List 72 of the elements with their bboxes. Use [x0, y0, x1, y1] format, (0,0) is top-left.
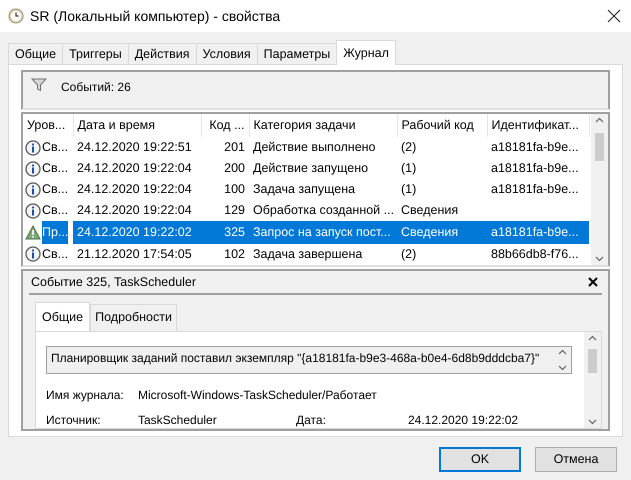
close-icon[interactable] [607, 9, 621, 23]
window-title: SR (Локальный компьютер) - свойства [30, 6, 282, 26]
table-cell-text: (1) [400, 181, 418, 198]
scrollbar[interactable] [584, 332, 601, 428]
scroll-up-icon[interactable] [588, 334, 597, 341]
level-text: Св... [42, 202, 68, 220]
table-cell: 24.12.2020 19:22:04 [73, 200, 201, 222]
level-text: Св... [42, 139, 68, 156]
tab[interactable]: Журнал [336, 40, 396, 65]
table-cell: 88b66db8-f76... [487, 244, 589, 265]
scroll-thumb[interactable] [595, 133, 604, 161]
level-text: Св... [42, 160, 68, 178]
level-text: Св... [42, 246, 68, 264]
field-value: Microsoft-Windows-TaskScheduler/Работает [138, 386, 378, 404]
level-text: Св... [42, 181, 68, 198]
column-header[interactable]: Рабочий код [397, 114, 487, 138]
column-header[interactable]: Категория задачи [249, 114, 397, 138]
scroll-down-icon[interactable] [595, 256, 604, 262]
table-cell-text: a18181fa-b9e... [490, 160, 580, 178]
details-title: Событие 325, TaskScheduler [31, 274, 196, 291]
table-cell: Сведения [397, 200, 487, 222]
column-header[interactable]: Код ... [201, 114, 249, 138]
table-cell-text: Действие запущено [252, 160, 370, 178]
table-cell: 325 [201, 221, 249, 244]
table-cell: a18181fa-b9e... [487, 221, 589, 244]
table-cell: Сведения [397, 221, 487, 244]
table-cell: 21.12.2020 17:54:05 [73, 244, 201, 265]
clock-icon [8, 8, 24, 24]
table-cell: 24.12.2020 19:22:02 [73, 221, 201, 244]
ok-button[interactable]: OK [439, 447, 521, 472]
table-cell-text: 24.12.2020 19:22:04 [76, 181, 193, 198]
field-label: Дата: [296, 412, 327, 428]
description-text: Планировщик заданий поставил экземпляр "{a18181fa-b9e3-468a-b0e4-6d8b9dddcba7}" [51, 350, 540, 367]
table-cell: 24.12.2020 19:22:51 [73, 137, 201, 158]
field-value: 24.12.2020 19:22:02 [408, 412, 520, 428]
table-cell-text: (1) [400, 160, 418, 178]
table-cell: (2) [397, 244, 487, 265]
table-cell-text: 100 [223, 181, 246, 198]
table-cell: Запрос на запуск пост... [249, 221, 397, 244]
field-value: TaskScheduler [138, 412, 218, 428]
table-cell: 102 [201, 244, 249, 265]
scroll-thumb[interactable] [588, 348, 597, 373]
scroll-up-icon[interactable] [595, 117, 604, 123]
table-cell-text: 200 [223, 160, 246, 178]
table-cell: Обработка созданной ... [249, 200, 397, 222]
column-header[interactable]: Дата и время [73, 114, 201, 138]
filter-icon[interactable] [31, 78, 47, 92]
table-cell-text: 24.12.2020 19:22:04 [76, 160, 193, 178]
cancel-button[interactable]: Отмена [535, 447, 617, 472]
tab[interactable]: Подробности [90, 304, 177, 331]
scroll-down-icon[interactable] [558, 364, 567, 371]
table-cell: 201 [201, 137, 249, 158]
table-cell: Задача завершена [249, 244, 397, 265]
table-cell: Действие выполнено [249, 137, 397, 158]
table-cell-text: Задача запущена [252, 181, 356, 198]
tab[interactable]: Общие [35, 302, 90, 331]
field-label: Имя журнала: [46, 386, 125, 404]
table-cell: a18181fa-b9e... [487, 137, 589, 158]
scroll-up-icon[interactable] [558, 348, 567, 355]
table-cell-text: a18181fa-b9e... [490, 181, 580, 198]
column-header[interactable]: Уров... [23, 114, 73, 138]
scrollbar[interactable] [591, 114, 608, 265]
description-box[interactable]: Планировщик заданий поставил экземпляр "{a18181fa-b9e3-468a-b0e4-6d8b9dddcba7}" [46, 346, 572, 374]
level-text: Пр... [42, 221, 68, 244]
events-count: Событий: 26 [61, 79, 131, 96]
table-cell: 129 [201, 200, 249, 222]
field-label: Источник: [46, 412, 102, 428]
table-cell: (2) [397, 137, 487, 158]
close-icon[interactable] [588, 277, 598, 287]
tab[interactable]: Общие [8, 43, 64, 65]
column-header[interactable]: Идентификат... [487, 114, 589, 138]
scroll-down-icon[interactable] [588, 418, 597, 425]
